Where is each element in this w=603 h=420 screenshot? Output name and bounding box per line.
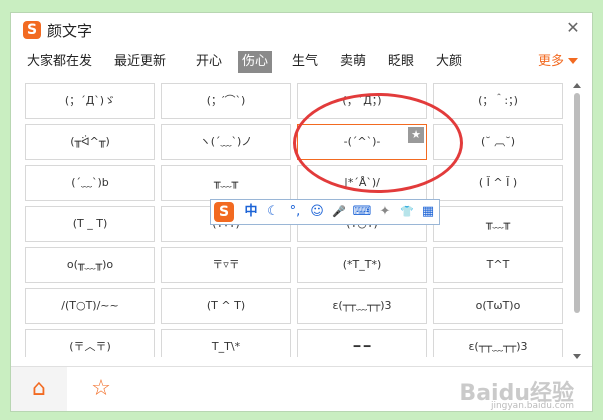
- baidu-watermark-url: jingyan.baidu.com: [490, 401, 574, 411]
- emoticon-cell[interactable]: T_T\*: [161, 329, 291, 357]
- emoticon-cell[interactable]: (；´Д`)ゞ: [25, 83, 155, 119]
- emoticon-cell[interactable]: ╥﹏╥: [161, 165, 291, 201]
- tab-big-face[interactable]: 大颜: [432, 51, 466, 73]
- emoticon-cell[interactable]: (*T_T*): [297, 247, 427, 283]
- tab-recent[interactable]: 最近更新: [110, 51, 170, 73]
- tab-sad[interactable]: 伤心: [238, 51, 273, 73]
- emoticon-cell[interactable]: 〒▿〒: [161, 247, 291, 283]
- grid-menu-icon[interactable]: ▦: [418, 203, 438, 221]
- emoticon-cell[interactable]: (；＾:；): [433, 83, 563, 119]
- bottom-bar: ⌂ ☆ Baidu经验 jingyan.baidu.com: [11, 366, 592, 411]
- sogou-logo-icon: S: [23, 21, 41, 39]
- favorites-star-icon[interactable]: ☆: [81, 367, 121, 411]
- emoticon-cell[interactable]: (T _ T): [25, 206, 155, 242]
- tools-icon[interactable]: ✦: [375, 203, 395, 221]
- emoticon-cell[interactable]: (〒︿〒): [25, 329, 155, 357]
- baidu-watermark: Baidu经验: [459, 381, 574, 406]
- vertical-scrollbar[interactable]: [572, 81, 582, 361]
- emoticon-cell[interactable]: |*´Å`)/: [297, 165, 427, 201]
- emoticon-cell[interactable]: (˘ ︹˘): [433, 124, 563, 160]
- emoticon-cell[interactable]: /(T○T)/~~: [25, 288, 155, 324]
- emoticon-cell[interactable]: o(╥﹏╥)o: [25, 247, 155, 283]
- more-button[interactable]: 更多: [538, 51, 564, 73]
- home-icon[interactable]: ⌂: [11, 367, 67, 411]
- emoticon-cell[interactable]: (；′⌒`): [161, 83, 291, 119]
- emoticon-cell[interactable]: ━ ━: [297, 329, 427, 357]
- tab-cute[interactable]: 卖萌: [336, 51, 370, 73]
- emoticon-cell[interactable]: ╥﹏╥: [433, 206, 563, 242]
- tab-happy[interactable]: 开心: [192, 51, 226, 73]
- emoticon-cell[interactable]: (╥ᐛ^╥): [25, 124, 155, 160]
- emoticon-cell[interactable]: (；´Д；): [297, 83, 427, 119]
- scroll-thumb[interactable]: [574, 93, 580, 313]
- skin-icon[interactable]: 👕: [397, 203, 417, 221]
- category-tabs: 大家都在发 最近更新 开心 伤心 生气 卖萌 眨眼 大颜 更多: [11, 47, 592, 75]
- emoticon-cell[interactable]: o(TωT)o: [433, 288, 563, 324]
- moon-icon[interactable]: ☾: [263, 203, 283, 221]
- emoticon-cell[interactable]: ε(┬┬﹏┬┬)3: [433, 329, 563, 357]
- emoticon-cell-selected[interactable]: -(ˊ^ˋ)- ★: [297, 124, 427, 160]
- emoticon-cell[interactable]: ε(┬┬﹏┬┬)3: [297, 288, 427, 324]
- emoticon-cell[interactable]: T^T: [433, 247, 563, 283]
- chevron-down-icon[interactable]: [568, 58, 578, 64]
- emoticon-cell[interactable]: ヽ(´﹏`)ノ: [161, 124, 291, 160]
- close-button[interactable]: ✕: [564, 19, 582, 37]
- tab-everyone[interactable]: 大家都在发: [23, 51, 96, 73]
- emoticon-cell[interactable]: (´﹏`)b: [25, 165, 155, 201]
- tab-wink[interactable]: 眨眼: [384, 51, 418, 73]
- punctuation-icon[interactable]: °,: [285, 203, 305, 221]
- emoticon-cell[interactable]: ( Ĭ ^ Ĭ ): [433, 165, 563, 201]
- scroll-up-icon[interactable]: [573, 83, 581, 88]
- scroll-down-icon[interactable]: [573, 354, 581, 359]
- chinese-mode-button[interactable]: 中: [241, 203, 261, 221]
- smiley-icon[interactable]: ☺: [307, 203, 327, 221]
- window-title: 颜文字: [47, 22, 93, 40]
- favorite-star-icon[interactable]: ★: [408, 127, 424, 143]
- keyboard-icon[interactable]: ⌨: [351, 203, 373, 221]
- emoticon-cell[interactable]: (T ^ T): [161, 288, 291, 324]
- emoticon-window: S 颜文字 ✕ 大家都在发 最近更新 开心 伤心 生气 卖萌 眨眼 大颜 更多 …: [10, 12, 593, 412]
- tab-angry[interactable]: 生气: [288, 51, 322, 73]
- ime-floating-toolbar: S 中 ☾ °, ☺ 🎤 ⌨ ✦ 👕 ▦: [210, 199, 440, 225]
- sogou-logo-icon[interactable]: S: [214, 202, 234, 222]
- emoticon-text: -(ˊ^ˋ)-: [343, 135, 381, 148]
- mic-icon[interactable]: 🎤: [329, 203, 349, 221]
- title-bar: S 颜文字 ✕: [11, 13, 592, 45]
